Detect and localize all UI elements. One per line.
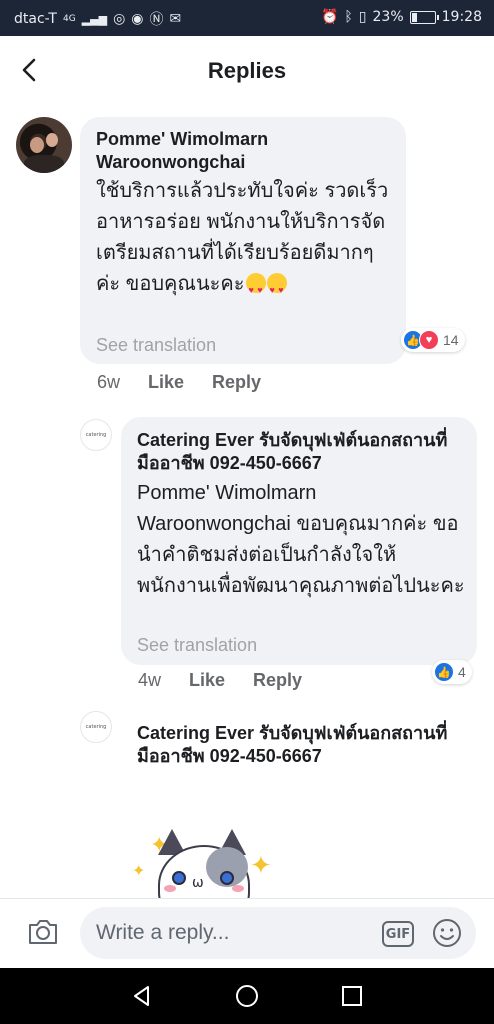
comment-text: Pomme' Wimolmarn Waroonwongchai ขอบคุณมา… [137,482,465,597]
signal-icon: ▂▄▆ [81,12,108,26]
hotspot-icon: ◎ [113,11,126,27]
comment-author[interactable]: Catering Ever รับจัดบุฟเฟ่ต์นอกสถานที่มื… [137,429,467,475]
comment-author[interactable]: Pomme' Wimolmarn Waroonwongchai [96,128,386,174]
comment-text-body: ใช้บริการแล้วประทับใจค่ะ รวดเร็ว อาหารอร… [96,180,389,295]
comment-text: ใช้บริการแล้วประทับใจค่ะ รวดเร็ว อาหารอร… [96,176,396,306]
battery-icon [409,10,439,24]
alarm-icon: ⏰ [320,9,339,25]
see-translation-link[interactable]: See translation [137,635,257,656]
reaction-summary[interactable]: 👍 ♥ 14 [401,328,465,352]
reply-button[interactable]: Reply [212,372,261,393]
carrier-label: dtac-T [14,11,57,27]
sparkle-icon: ✦ [250,851,272,881]
home-circle-icon[interactable] [233,982,261,1010]
reaction-count: 14 [443,332,459,348]
nfc-icon: Ⓝ [149,12,164,28]
comment-actions: 4w Like Reply [138,670,330,691]
avatar[interactable]: catering [80,711,112,743]
recents-square-icon[interactable] [338,982,366,1010]
battery-percent: 23% [372,9,404,25]
reply-composer: GIF [0,898,494,968]
cat-sticker[interactable]: ✦ ✦ ✦ ω [128,825,278,901]
network-type: 4G [62,14,76,24]
comment-actions: 6w Like Reply [97,372,289,393]
reply-button[interactable]: Reply [253,670,302,691]
heart-icon: ♥ [419,330,439,350]
camera-icon[interactable] [26,917,60,947]
gif-button[interactable]: GIF [382,921,414,947]
avatar[interactable] [16,117,72,173]
eye-icon: ◉ [131,11,144,27]
vibrate-icon: ▯ [358,9,367,25]
reply-input[interactable] [80,907,476,959]
system-nav-bar [0,968,494,1024]
sparkle-icon: ✦ [132,861,146,880]
like-button[interactable]: Like [148,372,184,393]
comment-author[interactable]: Catering Ever รับจัดบุฟเฟ่ต์นอกสถานที่มื… [137,722,467,768]
status-bar: dtac-T 4G ▂▄▆ ◎ ◉ Ⓝ ✉ ⏰ ᛒ ▯ 23% 19:28 [0,0,494,36]
clock: 19:28 [441,9,482,25]
mail-icon: ✉ [169,11,182,27]
smiley-icon[interactable] [431,917,463,949]
reaction-count: 4 [458,664,466,680]
reaction-summary[interactable]: 👍 4 [432,660,472,684]
back-triangle-icon[interactable] [128,982,156,1010]
header: Replies [0,36,494,104]
avatar[interactable]: catering [80,419,112,451]
comment-timestamp: 4w [138,670,162,690]
heart-eyes-emoji-icon [266,273,287,306]
like-button[interactable]: Like [189,670,225,691]
page-title: Replies [207,58,287,83]
thumbs-up-icon: 👍 [434,662,454,682]
bluetooth-icon: ᛒ [344,9,353,25]
comment-timestamp: 6w [97,372,121,392]
heart-eyes-emoji-icon [245,273,266,306]
see-translation-link[interactable]: See translation [96,335,216,356]
